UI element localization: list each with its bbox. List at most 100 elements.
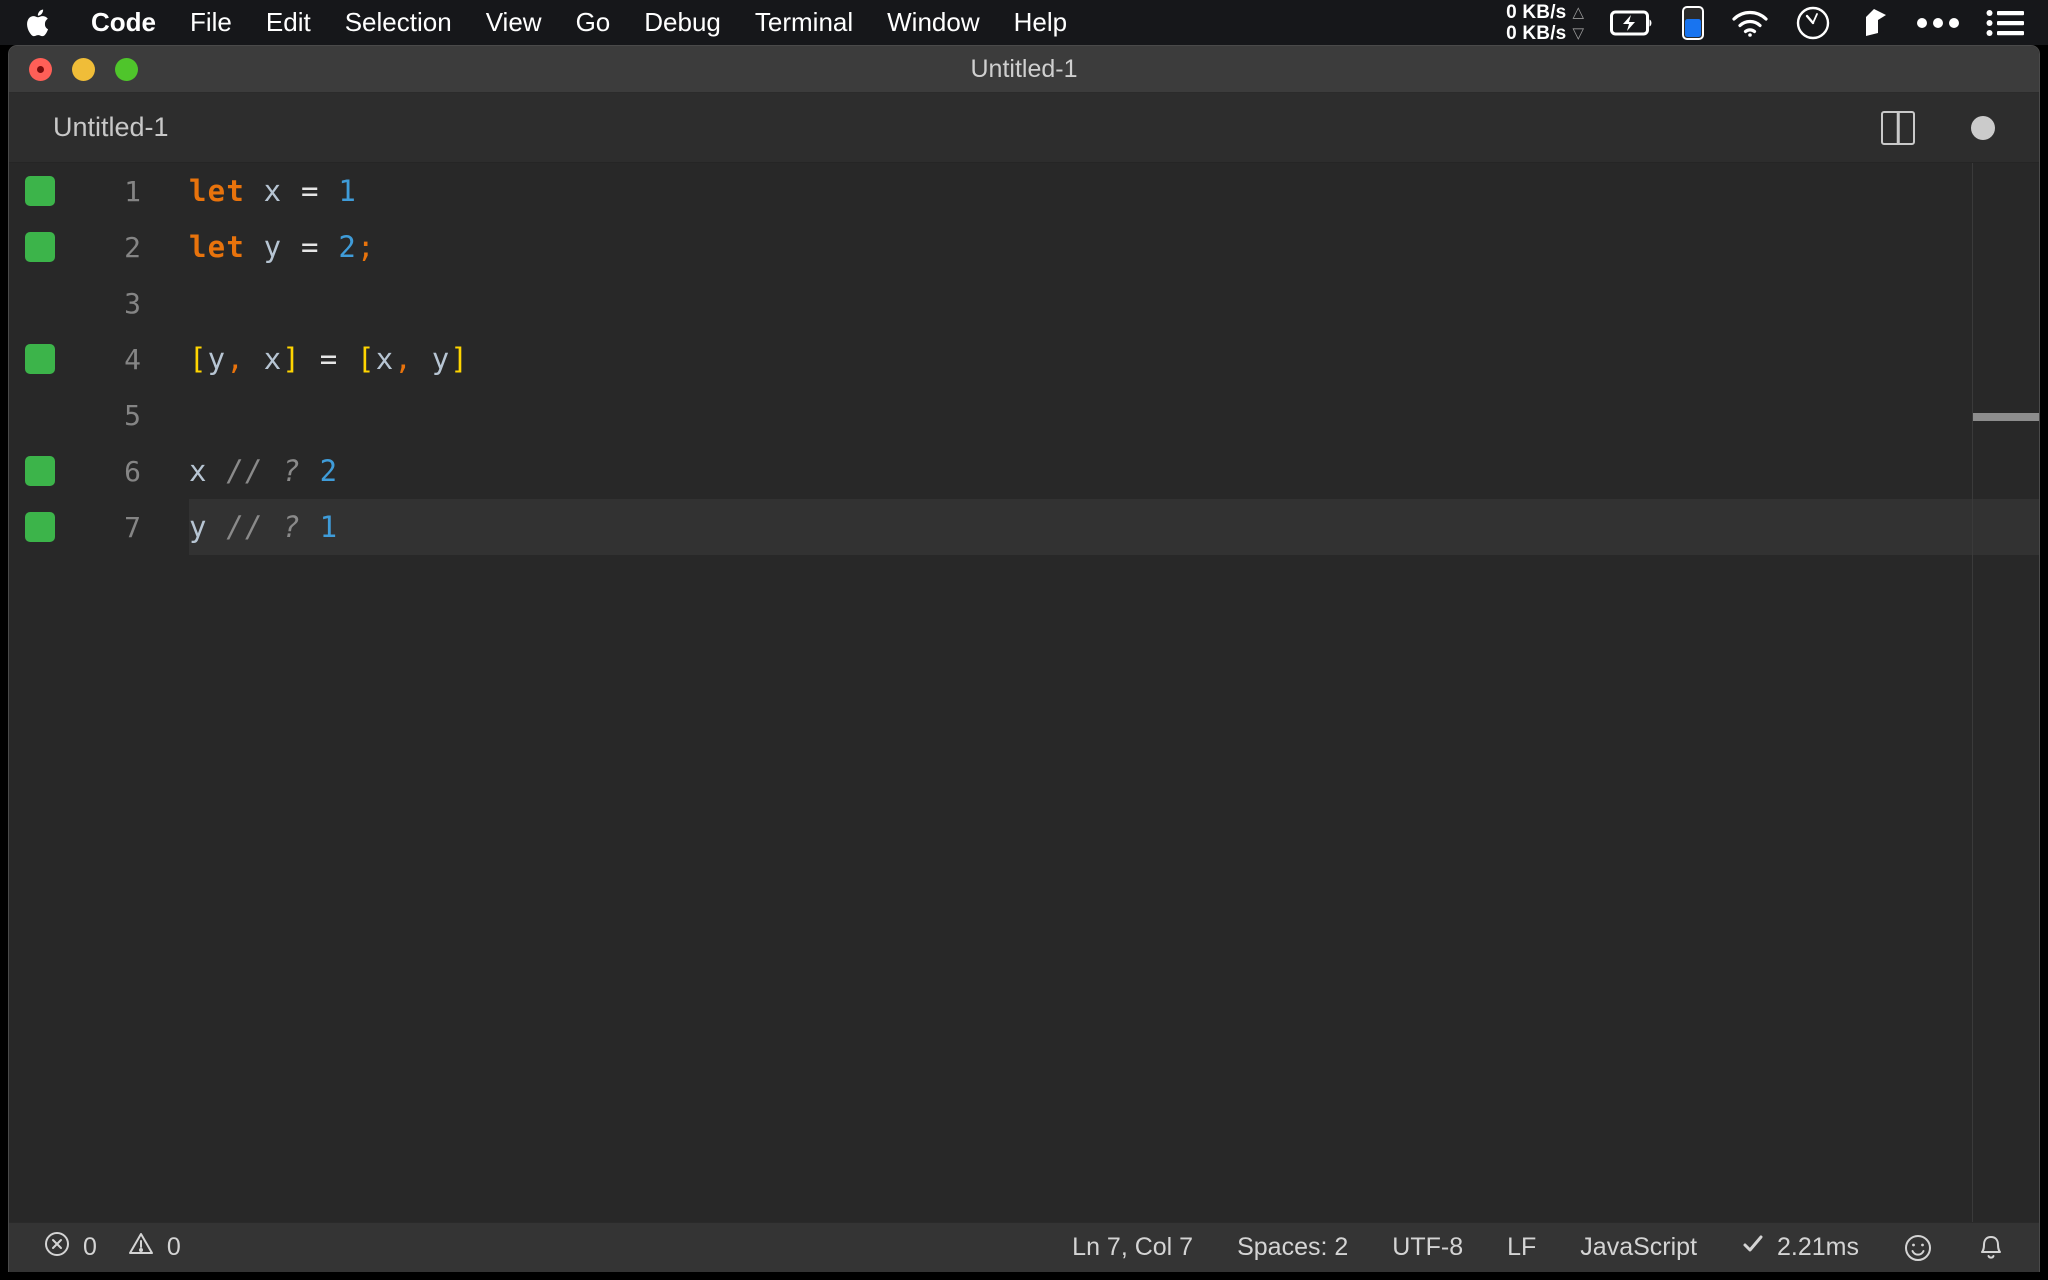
code-lines-container: 1let x = 12let y = 2;34[y, x] = [x, y]56…	[9, 163, 2039, 555]
active-line-highlight	[189, 499, 2039, 555]
menu-item-selection[interactable]: Selection	[328, 0, 469, 45]
code-token: 1	[320, 510, 339, 544]
code-token	[301, 454, 320, 488]
battery-charging-icon[interactable]	[1610, 8, 1656, 38]
editor-scrollbar-marker[interactable]	[1973, 413, 2039, 421]
eol-setting[interactable]: LF	[1507, 1233, 1536, 1262]
code-token: x	[264, 342, 283, 376]
warning-count: 0	[167, 1233, 181, 1262]
upload-arrow-icon: △	[1572, 2, 1584, 23]
code-token	[301, 510, 320, 544]
problems-indicator[interactable]: 0 0	[43, 1230, 181, 1265]
indentation-setting[interactable]: Spaces: 2	[1237, 1233, 1348, 1262]
cursor-position[interactable]: Ln 7, Col 7	[1072, 1233, 1193, 1262]
tab-untitled-1[interactable]: Untitled-1	[9, 93, 203, 162]
clock-icon[interactable]	[1796, 6, 1830, 40]
code-token	[282, 230, 301, 264]
code-token	[282, 174, 301, 208]
language-mode[interactable]: JavaScript	[1580, 1233, 1697, 1262]
code-line[interactable]: 2let y = 2;	[9, 219, 2039, 275]
coverage-indicator-covered[interactable]	[25, 176, 55, 206]
unsaved-indicator-dot[interactable]	[1971, 116, 1995, 140]
code-token: x	[264, 174, 283, 208]
code-token	[245, 174, 264, 208]
code-token: ,	[226, 342, 245, 376]
code-editor[interactable]: 1let x = 12let y = 2;34[y, x] = [x, y]56…	[9, 163, 2039, 1223]
code-line[interactable]: 6 x // ? 2	[9, 443, 2039, 499]
line-number: 4	[55, 343, 141, 376]
window-title: Untitled-1	[9, 55, 2039, 84]
code-line[interactable]: 4 [y, x] = [x, y]	[9, 331, 2039, 387]
editor-scrollbar-track[interactable]	[1972, 163, 1973, 1223]
vscode-window: Untitled-1 Untitled-1 1let x = 12let y =…	[8, 45, 2040, 1272]
menu-item-terminal[interactable]: Terminal	[738, 0, 870, 45]
encoding-setting[interactable]: UTF-8	[1392, 1233, 1463, 1262]
code-line[interactable]: 5	[9, 387, 2039, 443]
phone-battery-icon[interactable]	[1682, 6, 1704, 40]
tab-label: Untitled-1	[53, 112, 169, 143]
network-upload-rate: 0 KB/s	[1506, 2, 1566, 23]
list-menu-icon[interactable]	[1986, 9, 2024, 37]
line-number: 6	[55, 455, 141, 488]
line-number: 7	[55, 511, 141, 544]
menu-item-window[interactable]: Window	[870, 0, 996, 45]
menu-item-file[interactable]: File	[173, 0, 249, 45]
code-line-text: [y, x] = [x, y]	[189, 342, 469, 376]
error-circle-icon	[43, 1230, 71, 1265]
code-token: // ?	[226, 454, 301, 488]
code-line-text: x // ? 2	[189, 454, 338, 488]
code-token: x	[189, 454, 208, 488]
code-token: ]	[282, 342, 301, 376]
menu-item-debug[interactable]: Debug	[627, 0, 738, 45]
coverage-indicator-covered[interactable]	[25, 232, 55, 262]
line-number: 5	[55, 399, 141, 432]
macos-menubar: Code File Edit Selection View Go Debug T…	[0, 0, 2048, 45]
split-editor-icon[interactable]	[1881, 111, 1915, 145]
editor-actions	[1881, 111, 2039, 145]
code-token	[208, 510, 227, 544]
status-bar-left: 0 0	[9, 1230, 181, 1265]
menu-item-code[interactable]: Code	[74, 0, 173, 45]
code-token: let	[189, 230, 245, 264]
coverage-indicator-empty[interactable]	[25, 288, 55, 318]
three-dots-icon[interactable]	[1916, 16, 1960, 30]
apple-logo-icon[interactable]	[22, 3, 56, 43]
coverage-indicator-covered[interactable]	[25, 512, 55, 542]
code-token: y	[264, 230, 283, 264]
code-token	[208, 454, 227, 488]
code-token	[320, 174, 339, 208]
code-token: y	[189, 510, 208, 544]
code-line[interactable]: 3	[9, 275, 2039, 331]
wifi-icon[interactable]	[1730, 8, 1770, 38]
bell-icon[interactable]	[1977, 1233, 2005, 1263]
coverage-indicator-covered[interactable]	[25, 456, 55, 486]
code-line-text: y // ? 1	[189, 510, 338, 544]
line-number: 3	[55, 287, 141, 320]
line-number: 2	[55, 231, 141, 264]
code-token: =	[320, 342, 339, 376]
smiley-icon[interactable]	[1903, 1233, 1933, 1263]
code-token: =	[301, 230, 320, 264]
cube-icon[interactable]	[1856, 6, 1890, 40]
menu-item-view[interactable]: View	[469, 0, 559, 45]
warning-triangle-icon	[127, 1230, 155, 1265]
window-titlebar: Untitled-1	[9, 46, 2039, 93]
code-token: ,	[394, 342, 413, 376]
run-time-indicator[interactable]: 2.21ms	[1741, 1232, 1859, 1263]
code-line[interactable]: 7 y // ? 1	[9, 499, 2039, 555]
network-speed-indicator[interactable]: 0 KB/s 0 KB/s △ ▽	[1506, 2, 1584, 44]
code-line-text: let y = 2;	[189, 230, 376, 264]
menu-item-help[interactable]: Help	[997, 0, 1084, 45]
menu-item-edit[interactable]: Edit	[249, 0, 328, 45]
menu-item-go[interactable]: Go	[559, 0, 628, 45]
code-token	[245, 342, 264, 376]
coverage-indicator-covered[interactable]	[25, 344, 55, 374]
code-token: 2	[320, 454, 339, 488]
code-token	[301, 342, 320, 376]
coverage-indicator-empty[interactable]	[25, 400, 55, 430]
code-token: 1	[338, 174, 357, 208]
code-token: ]	[450, 342, 469, 376]
code-token: 2	[338, 230, 357, 264]
menubar-status-items: 0 KB/s 0 KB/s △ ▽	[1506, 0, 2048, 45]
code-line[interactable]: 1let x = 1	[9, 163, 2039, 219]
